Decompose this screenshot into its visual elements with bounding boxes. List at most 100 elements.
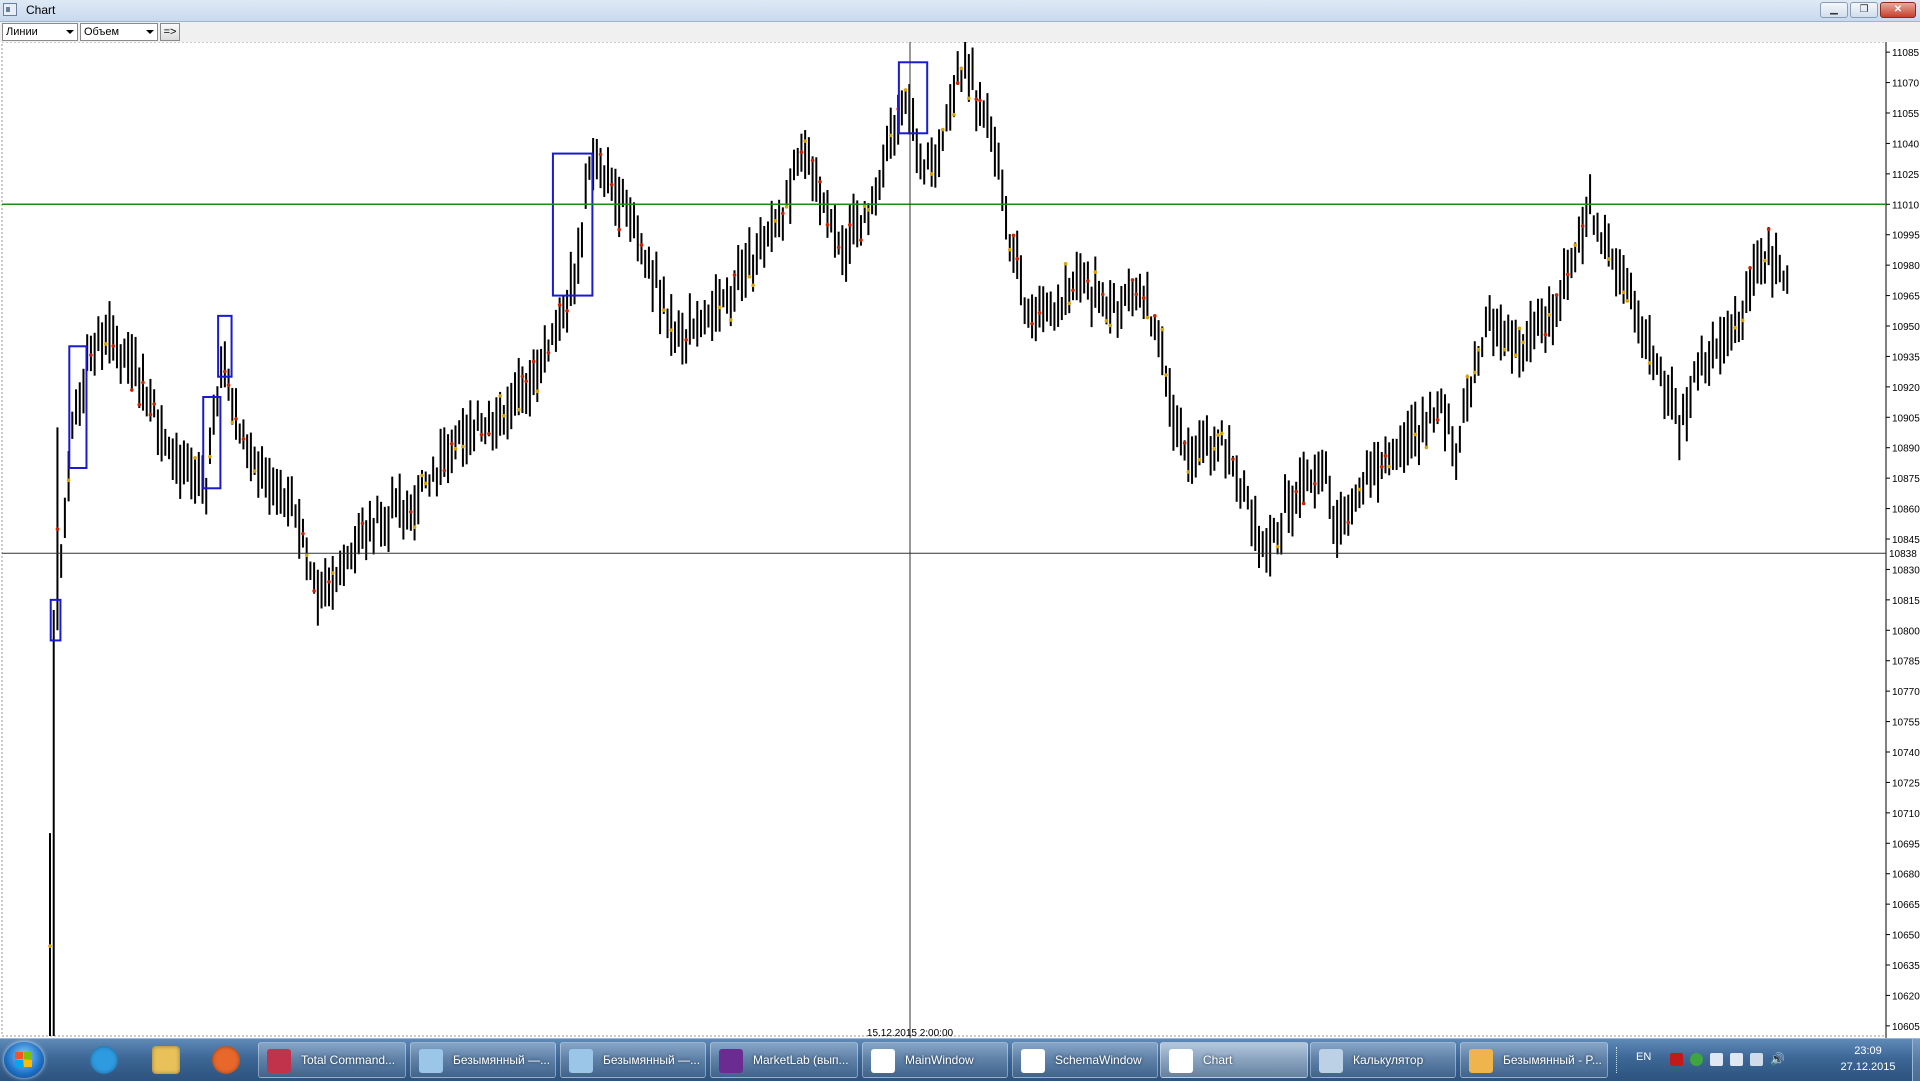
window-app-icon xyxy=(1169,1049,1193,1073)
taskbar-button[interactable]: Chart xyxy=(1160,1042,1308,1078)
security-tray-icon[interactable] xyxy=(1690,1053,1703,1066)
volume-marker xyxy=(479,432,484,437)
volume-marker xyxy=(360,521,365,526)
y-tick-label: 10890 xyxy=(1892,444,1920,455)
close-button[interactable]: ✕ xyxy=(1880,2,1916,18)
network-icon[interactable] xyxy=(1750,1053,1763,1066)
volume-marker xyxy=(557,303,562,307)
y-tick-label: 10650 xyxy=(1892,931,1920,942)
taskbar-button[interactable]: Безымянный - P... xyxy=(1460,1042,1608,1078)
volume-marker xyxy=(1037,311,1042,315)
volume-marker xyxy=(1007,247,1012,252)
volume-marker xyxy=(1357,487,1362,492)
window-title-bar[interactable]: Chart ▁ ❐ ✕ xyxy=(0,0,1920,22)
acrobat-tray-icon[interactable] xyxy=(1670,1053,1683,1066)
taskbar-button[interactable]: Калькулятор xyxy=(1310,1042,1456,1078)
visual-studio-icon xyxy=(719,1049,743,1073)
y-tick-label: 10785 xyxy=(1892,657,1920,668)
volume-marker xyxy=(747,274,752,279)
y-tick-label: 11010 xyxy=(1892,200,1920,211)
volume-marker xyxy=(1647,361,1652,365)
volume-marker xyxy=(1766,227,1771,232)
volume-marker xyxy=(1383,454,1388,458)
volume-marker xyxy=(728,318,733,322)
volume-marker xyxy=(301,531,305,536)
volume-marker xyxy=(208,454,212,459)
volume-marker xyxy=(1502,347,1507,352)
volume-marker xyxy=(1164,373,1168,377)
taskbar-button[interactable]: MainWindow xyxy=(862,1042,1008,1078)
pinned-app[interactable] xyxy=(200,1042,252,1078)
plot-area[interactable] xyxy=(1,42,1887,1037)
file-explorer-icon xyxy=(152,1046,180,1074)
taskbar-button-label: MainWindow xyxy=(905,1053,974,1067)
taskbar-button[interactable]: Безымянный —... xyxy=(560,1042,706,1078)
y-tick-label: 10620 xyxy=(1892,991,1920,1002)
volume-marker xyxy=(1517,326,1522,331)
volume-marker xyxy=(836,245,841,250)
volume-marker xyxy=(442,468,447,473)
volume-marker xyxy=(1093,270,1098,274)
volume-marker xyxy=(1071,288,1075,293)
volume-marker xyxy=(223,369,227,374)
volume-marker xyxy=(1547,312,1551,317)
window-title: Chart xyxy=(26,3,56,17)
volume-marker xyxy=(1573,243,1577,247)
volume-marker xyxy=(1565,272,1570,277)
pinned-app[interactable] xyxy=(78,1042,130,1078)
minimize-button[interactable]: ▁ xyxy=(1820,2,1848,18)
volume-marker xyxy=(1134,292,1139,297)
chevron-down-icon[interactable] xyxy=(146,30,154,34)
volume-marker xyxy=(137,402,142,407)
app-window-icon xyxy=(3,3,17,16)
keyboard-tray-icon[interactable] xyxy=(1710,1053,1723,1066)
maximize-button[interactable]: ❐ xyxy=(1850,2,1878,18)
volume-marker xyxy=(609,182,614,187)
taskbar-button-label: Безымянный —... xyxy=(603,1053,701,1067)
price-chart[interactable]: 11085 11070 11055 11040 11025 11010 10995 10980… xyxy=(0,42,1920,1038)
taskbar-button[interactable]: Безымянный —... xyxy=(410,1042,556,1078)
volume-marker xyxy=(1275,544,1280,549)
action-center-flag-icon[interactable] xyxy=(1730,1053,1743,1066)
crosshair-price-label: 10838 xyxy=(1889,549,1917,560)
volume-marker xyxy=(1086,279,1090,283)
volume-icon[interactable]: 🔊 xyxy=(1770,1053,1785,1066)
taskbar-button[interactable]: MarketLab (вып... xyxy=(710,1042,858,1078)
volume-marker xyxy=(252,469,257,473)
y-tick-label: 11085 xyxy=(1892,48,1920,59)
volume-marker xyxy=(1212,446,1217,451)
y-tick-label: 10770 xyxy=(1892,687,1920,698)
show-desktop-button[interactable] xyxy=(1912,1039,1920,1081)
clock[interactable]: 23:09 27.12.2015 xyxy=(1828,1039,1908,1081)
volume-marker xyxy=(130,388,134,392)
volume-marker xyxy=(810,158,815,163)
chevron-down-icon[interactable] xyxy=(66,30,74,34)
volume-marker xyxy=(55,527,60,531)
internet-explorer-icon xyxy=(90,1046,118,1074)
taskbar-button[interactable]: Total Command... xyxy=(258,1042,406,1078)
volume-marker xyxy=(859,238,863,242)
volume-marker xyxy=(1216,433,1220,437)
y-tick-label: 10695 xyxy=(1892,839,1920,850)
minimize-icon: ▁ xyxy=(1830,4,1838,15)
volume-marker xyxy=(1015,256,1019,261)
volume-marker xyxy=(1186,470,1191,474)
pinned-app[interactable] xyxy=(140,1042,192,1078)
y-tick-label: 10905 xyxy=(1892,413,1920,424)
volume-marker xyxy=(1435,418,1440,422)
volume-marker xyxy=(639,243,644,247)
close-icon: ✕ xyxy=(1893,4,1903,15)
y-tick-label: 10635 xyxy=(1892,961,1920,972)
volume-marker xyxy=(1580,224,1585,228)
y-tick-label: 10680 xyxy=(1892,870,1920,881)
go-button[interactable]: => xyxy=(160,23,180,41)
volume-marker xyxy=(903,88,908,92)
volume-marker xyxy=(598,152,603,157)
indicator-combobox[interactable]: Объем xyxy=(80,23,158,41)
taskbar-button[interactable]: SchemaWindow xyxy=(1012,1042,1158,1078)
mode-combobox[interactable]: Линии xyxy=(2,23,78,41)
volume-marker xyxy=(1104,319,1109,323)
start-button[interactable] xyxy=(4,1042,44,1078)
volume-marker xyxy=(848,223,852,227)
volume-marker xyxy=(412,525,417,529)
